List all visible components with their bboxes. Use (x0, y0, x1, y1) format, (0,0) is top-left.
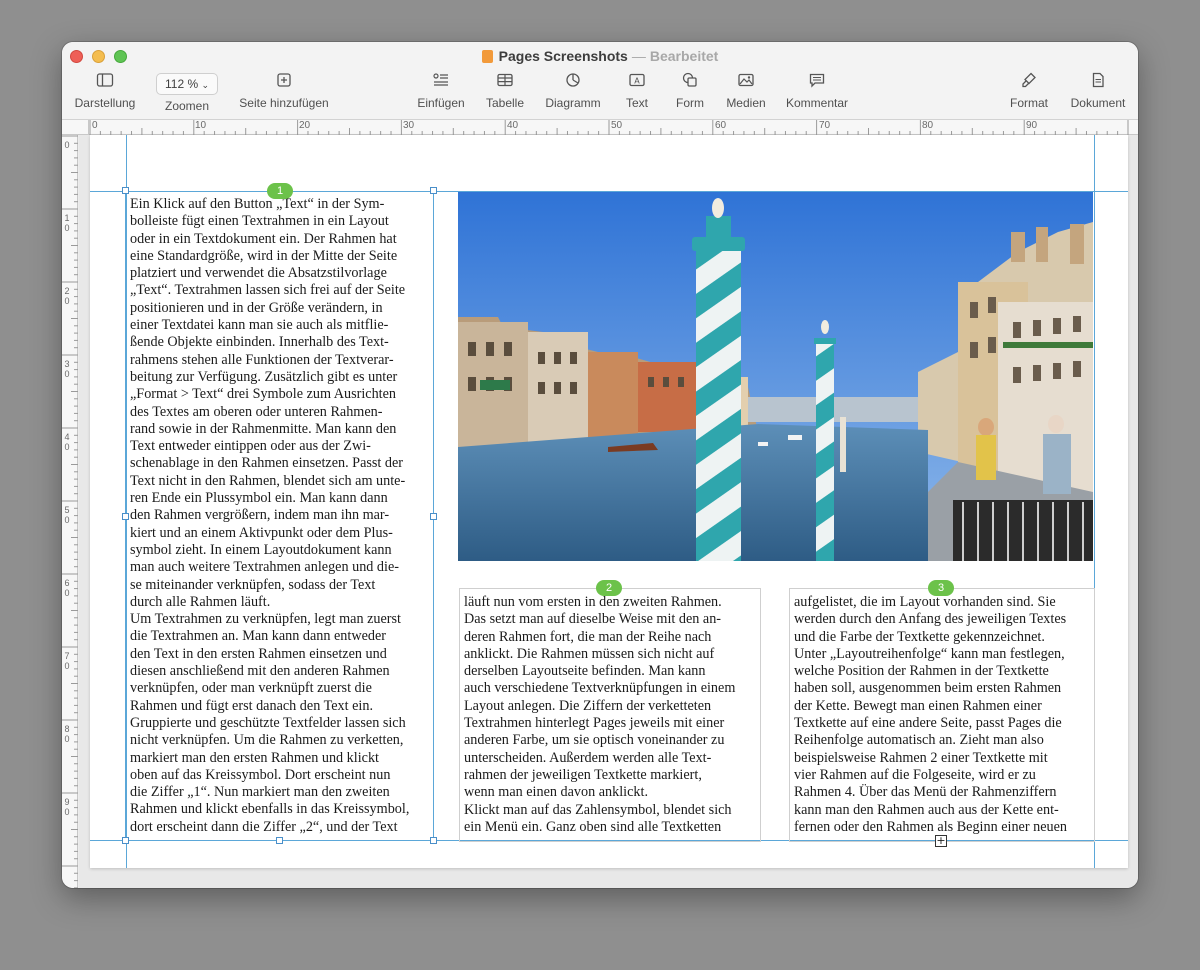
ruler-mark: 4 0 (64, 432, 70, 452)
text-frame-2[interactable]: läuft nun vom ersten in den zweiten Rahm… (464, 594, 760, 837)
text-chain-badge-1[interactable]: 1 (267, 183, 293, 199)
text-box-icon: A (629, 73, 645, 87)
svg-text:A: A (634, 77, 640, 86)
vertical-ruler[interactable]: 0 1 0 2 0 3 0 4 0 5 0 6 0 7 0 8 0 9 0 (62, 135, 78, 888)
diagramm-button[interactable]: Diagramm (540, 72, 606, 110)
zoom-control[interactable]: 112 % ⌄ Zoomen (152, 73, 222, 113)
resize-handle[interactable] (430, 837, 437, 844)
tabelle-label: Tabelle (485, 96, 525, 110)
document-canvas[interactable]: Ein Klick auf den Button „Text“ in der S… (79, 135, 1138, 888)
document-icon (1092, 72, 1104, 88)
text-button[interactable]: A Text (617, 72, 657, 110)
seite-hinzufuegen-label: Seite hinzufügen (239, 96, 329, 110)
format-button[interactable]: Format (1004, 72, 1054, 110)
add-page-icon (277, 73, 291, 87)
text-frame-3-body: aufgelistet, die im Layout vorhanden sin… (794, 594, 1068, 835)
ruler-mark: 3 0 (64, 359, 70, 379)
resize-handle[interactable] (276, 837, 283, 844)
format-brush-icon (1022, 72, 1036, 88)
ruler-mark: 10 (195, 120, 207, 131)
ruler-mark: 8 0 (64, 724, 70, 744)
zoomen-label: Zoomen (164, 99, 210, 113)
text-frame-1-body: Ein Klick auf den Button „Text“ in der S… (130, 196, 410, 835)
kommentar-button[interactable]: Kommentar (782, 72, 852, 110)
text-chain-badge-2[interactable]: 2 (596, 580, 622, 596)
ruler-mark: 9 0 (64, 797, 70, 817)
ruler-corner (62, 120, 89, 135)
medien-label: Medien (726, 96, 766, 110)
ruler-mark: 6 0 (64, 578, 70, 598)
shape-icon (682, 72, 697, 87)
text-frame-2-body: läuft nun vom ersten in den zweiten Rahm… (464, 594, 736, 835)
ruler-mark: 60 (715, 120, 727, 131)
window-title: Pages Screenshots — Bearbeitet (62, 48, 1138, 64)
format-label: Format (1009, 96, 1048, 110)
layout-page[interactable]: Ein Klick auf den Button „Text“ in der S… (90, 135, 1128, 868)
ruler-mark: 1 0 (64, 213, 70, 233)
horizontal-ruler[interactable]: 0 10 20 30 40 50 60 70 80 90 (89, 120, 1138, 135)
ruler-mark: 50 (611, 120, 623, 131)
form-button[interactable]: Form (670, 72, 710, 110)
diagramm-label: Diagramm (545, 96, 601, 110)
zoom-select[interactable]: 112 % ⌄ (155, 73, 219, 95)
text-overflow-plus-icon[interactable]: + (935, 835, 947, 847)
darstellung-button[interactable]: Darstellung (72, 72, 138, 110)
resize-handle[interactable] (430, 513, 437, 520)
ruler-mark: 0 (92, 120, 98, 131)
dokument-label: Dokument (1070, 96, 1126, 110)
pages-window: Pages Screenshots — Bearbeitet Darstellung… (62, 42, 1138, 888)
media-icon (738, 73, 754, 87)
kommentar-label: Kommentar (785, 96, 849, 110)
photo-canvas (458, 192, 1093, 561)
einfuegen-button[interactable]: Einfügen (412, 72, 470, 110)
ruler-mark: 70 (819, 120, 831, 131)
seite-hinzufuegen-button[interactable]: Seite hinzufügen (234, 72, 334, 110)
einfuegen-label: Einfügen (417, 96, 465, 110)
insert-icon (433, 73, 448, 86)
ruler-mark: 7 0 (64, 651, 70, 671)
resize-handle[interactable] (122, 187, 129, 194)
comment-icon (809, 73, 825, 88)
text-chain-badge-3[interactable]: 3 (928, 580, 954, 596)
document-name: Pages Screenshots (498, 48, 628, 64)
pages-document-icon (481, 50, 493, 63)
medien-button[interactable]: Medien (722, 72, 770, 110)
title-separator: — (631, 48, 646, 64)
resize-handle[interactable] (122, 513, 129, 520)
edit-status: Bearbeitet (649, 48, 719, 64)
ruler-mark: 90 (1026, 120, 1038, 131)
zoom-value: 112 % (164, 77, 199, 91)
chart-icon (566, 73, 580, 87)
tabelle-button[interactable]: Tabelle (480, 72, 530, 110)
form-label: Form (676, 96, 704, 110)
ruler-mark: 5 0 (64, 505, 70, 525)
ruler-mark: 40 (507, 120, 519, 131)
sidebar-icon (96, 73, 114, 87)
resize-handle[interactable] (430, 187, 437, 194)
ruler-mark: 20 (299, 120, 311, 131)
darstellung-label: Darstellung (74, 96, 136, 110)
venice-canal-photo[interactable] (458, 192, 1093, 561)
ruler-mark: 80 (922, 120, 934, 131)
ruler-mark: 0 (64, 140, 70, 150)
chevron-down-icon: ⌄ (201, 80, 210, 90)
toolbar: Pages Screenshots — Bearbeitet Darstellung… (62, 42, 1138, 120)
table-icon (497, 73, 513, 87)
text-frame-1[interactable]: Ein Klick auf den Button „Text“ in der S… (130, 196, 432, 836)
resize-handle[interactable] (122, 837, 129, 844)
dokument-button[interactable]: Dokument (1065, 72, 1131, 110)
text-frame-3[interactable]: aufgelistet, die im Layout vorhanden sin… (794, 594, 1094, 837)
text-label: Text (625, 96, 648, 110)
ruler-mark: 30 (403, 120, 415, 131)
ruler-mark: 2 0 (64, 286, 70, 306)
layout-guide (1094, 135, 1095, 868)
